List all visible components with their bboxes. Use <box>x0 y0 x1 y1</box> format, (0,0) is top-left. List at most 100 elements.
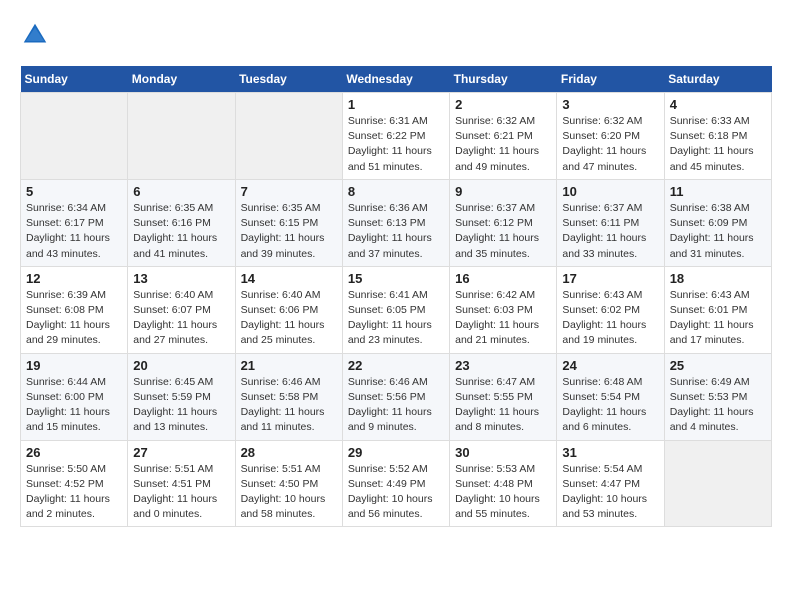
day-info: Sunrise: 6:37 AM Sunset: 6:12 PM Dayligh… <box>455 201 551 262</box>
weekday-header-wednesday: Wednesday <box>342 66 449 93</box>
calendar-cell: 13Sunrise: 6:40 AM Sunset: 6:07 PM Dayli… <box>128 266 235 353</box>
calendar-cell: 5 Sunrise: 6:34 AM Sunset: 6:17 PM Daylig… <box>21 179 128 266</box>
calendar-cell <box>235 93 342 180</box>
weekday-header-friday: Friday <box>557 66 664 93</box>
calendar-cell: 12Sunrise: 6:39 AM Sunset: 6:08 PM Dayli… <box>21 266 128 353</box>
day-info: Sunrise: 5:51 AM Sunset: 4:51 PM Dayligh… <box>133 462 229 523</box>
day-info: Sunrise: 6:45 AM Sunset: 5:59 PM Dayligh… <box>133 375 229 436</box>
calendar-cell: 6 Sunrise: 6:35 AM Sunset: 6:16 PM Daylig… <box>128 179 235 266</box>
calendar-cell: 8 Sunrise: 6:36 AM Sunset: 6:13 PM Daylig… <box>342 179 449 266</box>
day-info: Sunrise: 6:39 AM Sunset: 6:08 PM Dayligh… <box>26 288 122 349</box>
calendar-cell: 3 Sunrise: 6:32 AM Sunset: 6:20 PM Daylig… <box>557 93 664 180</box>
day-info: Sunrise: 6:38 AM Sunset: 6:09 PM Dayligh… <box>670 201 766 262</box>
day-number: 13 <box>133 271 229 286</box>
day-number: 3 <box>562 97 658 112</box>
day-number: 4 <box>670 97 766 112</box>
calendar-cell <box>664 440 771 527</box>
day-number: 20 <box>133 358 229 373</box>
weekday-header-monday: Monday <box>128 66 235 93</box>
day-number: 22 <box>348 358 444 373</box>
calendar-table: SundayMondayTuesdayWednesdayThursdayFrid… <box>20 66 772 527</box>
logo-icon <box>20 20 50 50</box>
calendar-cell: 28 Sunrise: 5:51 AM Sunset: 4:50 PM Dayli… <box>235 440 342 527</box>
day-number: 30 <box>455 445 551 460</box>
logo <box>20 20 54 50</box>
calendar-week-5: 26Sunrise: 5:50 AM Sunset: 4:52 PM Dayli… <box>21 440 772 527</box>
calendar-cell: 18 Sunrise: 6:43 AM Sunset: 6:01 PM Dayli… <box>664 266 771 353</box>
day-info: Sunrise: 6:32 AM Sunset: 6:21 PM Dayligh… <box>455 114 551 175</box>
calendar-cell: 27 Sunrise: 5:51 AM Sunset: 4:51 PM Dayli… <box>128 440 235 527</box>
calendar-cell: 14 Sunrise: 6:40 AM Sunset: 6:06 PM Dayli… <box>235 266 342 353</box>
calendar-cell: 23 Sunrise: 6:47 AM Sunset: 5:55 PM Dayli… <box>450 353 557 440</box>
calendar-cell: 26Sunrise: 5:50 AM Sunset: 4:52 PM Dayli… <box>21 440 128 527</box>
calendar-cell: 9 Sunrise: 6:37 AM Sunset: 6:12 PM Daylig… <box>450 179 557 266</box>
day-number: 17 <box>562 271 658 286</box>
day-info: Sunrise: 5:54 AM Sunset: 4:47 PM Dayligh… <box>562 462 658 523</box>
day-number: 24 <box>562 358 658 373</box>
day-info: Sunrise: 6:44 AM Sunset: 6:00 PM Dayligh… <box>26 375 122 436</box>
calendar-cell: 21 Sunrise: 6:46 AM Sunset: 5:58 PM Dayli… <box>235 353 342 440</box>
calendar-cell: 10Sunrise: 6:37 AM Sunset: 6:11 PM Dayli… <box>557 179 664 266</box>
day-number: 23 <box>455 358 551 373</box>
day-info: Sunrise: 6:32 AM Sunset: 6:20 PM Dayligh… <box>562 114 658 175</box>
day-number: 15 <box>348 271 444 286</box>
calendar-cell: 29 Sunrise: 5:52 AM Sunset: 4:49 PM Dayli… <box>342 440 449 527</box>
day-info: Sunrise: 6:42 AM Sunset: 6:03 PM Dayligh… <box>455 288 551 349</box>
calendar-cell: 2 Sunrise: 6:32 AM Sunset: 6:21 PM Daylig… <box>450 93 557 180</box>
calendar-cell: 20 Sunrise: 6:45 AM Sunset: 5:59 PM Dayli… <box>128 353 235 440</box>
day-info: Sunrise: 6:36 AM Sunset: 6:13 PM Dayligh… <box>348 201 444 262</box>
day-info: Sunrise: 6:43 AM Sunset: 6:02 PM Dayligh… <box>562 288 658 349</box>
day-number: 25 <box>670 358 766 373</box>
day-info: Sunrise: 6:41 AM Sunset: 6:05 PM Dayligh… <box>348 288 444 349</box>
calendar-cell: 15 Sunrise: 6:41 AM Sunset: 6:05 PM Dayli… <box>342 266 449 353</box>
day-number: 8 <box>348 184 444 199</box>
day-number: 21 <box>241 358 337 373</box>
day-number: 5 <box>26 184 122 199</box>
weekday-header-sunday: Sunday <box>21 66 128 93</box>
day-number: 31 <box>562 445 658 460</box>
day-info: Sunrise: 6:35 AM Sunset: 6:16 PM Dayligh… <box>133 201 229 262</box>
day-info: Sunrise: 5:51 AM Sunset: 4:50 PM Dayligh… <box>241 462 337 523</box>
day-number: 19 <box>26 358 122 373</box>
calendar-cell: 4 Sunrise: 6:33 AM Sunset: 6:18 PM Daylig… <box>664 93 771 180</box>
day-info: Sunrise: 6:47 AM Sunset: 5:55 PM Dayligh… <box>455 375 551 436</box>
calendar-cell: 30 Sunrise: 5:53 AM Sunset: 4:48 PM Dayli… <box>450 440 557 527</box>
weekday-header-tuesday: Tuesday <box>235 66 342 93</box>
day-info: Sunrise: 6:34 AM Sunset: 6:17 PM Dayligh… <box>26 201 122 262</box>
calendar-cell <box>21 93 128 180</box>
day-number: 1 <box>348 97 444 112</box>
day-number: 27 <box>133 445 229 460</box>
day-number: 18 <box>670 271 766 286</box>
day-info: Sunrise: 6:46 AM Sunset: 5:58 PM Dayligh… <box>241 375 337 436</box>
calendar-cell: 22 Sunrise: 6:46 AM Sunset: 5:56 PM Dayli… <box>342 353 449 440</box>
calendar-week-1: 1 Sunrise: 6:31 AM Sunset: 6:22 PM Daylig… <box>21 93 772 180</box>
day-info: Sunrise: 6:48 AM Sunset: 5:54 PM Dayligh… <box>562 375 658 436</box>
day-info: Sunrise: 6:43 AM Sunset: 6:01 PM Dayligh… <box>670 288 766 349</box>
day-info: Sunrise: 6:33 AM Sunset: 6:18 PM Dayligh… <box>670 114 766 175</box>
calendar-cell: 16 Sunrise: 6:42 AM Sunset: 6:03 PM Dayli… <box>450 266 557 353</box>
day-number: 29 <box>348 445 444 460</box>
day-number: 16 <box>455 271 551 286</box>
day-info: Sunrise: 6:31 AM Sunset: 6:22 PM Dayligh… <box>348 114 444 175</box>
calendar-cell: 25 Sunrise: 6:49 AM Sunset: 5:53 PM Dayli… <box>664 353 771 440</box>
day-number: 10 <box>562 184 658 199</box>
calendar-week-4: 19 Sunrise: 6:44 AM Sunset: 6:00 PM Dayli… <box>21 353 772 440</box>
day-info: Sunrise: 6:46 AM Sunset: 5:56 PM Dayligh… <box>348 375 444 436</box>
calendar-cell: 17 Sunrise: 6:43 AM Sunset: 6:02 PM Dayli… <box>557 266 664 353</box>
day-number: 2 <box>455 97 551 112</box>
day-number: 14 <box>241 271 337 286</box>
day-number: 26 <box>26 445 122 460</box>
day-info: Sunrise: 6:49 AM Sunset: 5:53 PM Dayligh… <box>670 375 766 436</box>
calendar-cell: 24 Sunrise: 6:48 AM Sunset: 5:54 PM Dayli… <box>557 353 664 440</box>
day-number: 11 <box>670 184 766 199</box>
calendar-week-3: 12Sunrise: 6:39 AM Sunset: 6:08 PM Dayli… <box>21 266 772 353</box>
calendar-cell: 19 Sunrise: 6:44 AM Sunset: 6:00 PM Dayli… <box>21 353 128 440</box>
day-info: Sunrise: 5:52 AM Sunset: 4:49 PM Dayligh… <box>348 462 444 523</box>
day-info: Sunrise: 5:53 AM Sunset: 4:48 PM Dayligh… <box>455 462 551 523</box>
day-number: 28 <box>241 445 337 460</box>
day-number: 9 <box>455 184 551 199</box>
day-info: Sunrise: 6:40 AM Sunset: 6:06 PM Dayligh… <box>241 288 337 349</box>
day-number: 6 <box>133 184 229 199</box>
calendar-cell: 7Sunrise: 6:35 AM Sunset: 6:15 PM Daylig… <box>235 179 342 266</box>
weekday-header-saturday: Saturday <box>664 66 771 93</box>
